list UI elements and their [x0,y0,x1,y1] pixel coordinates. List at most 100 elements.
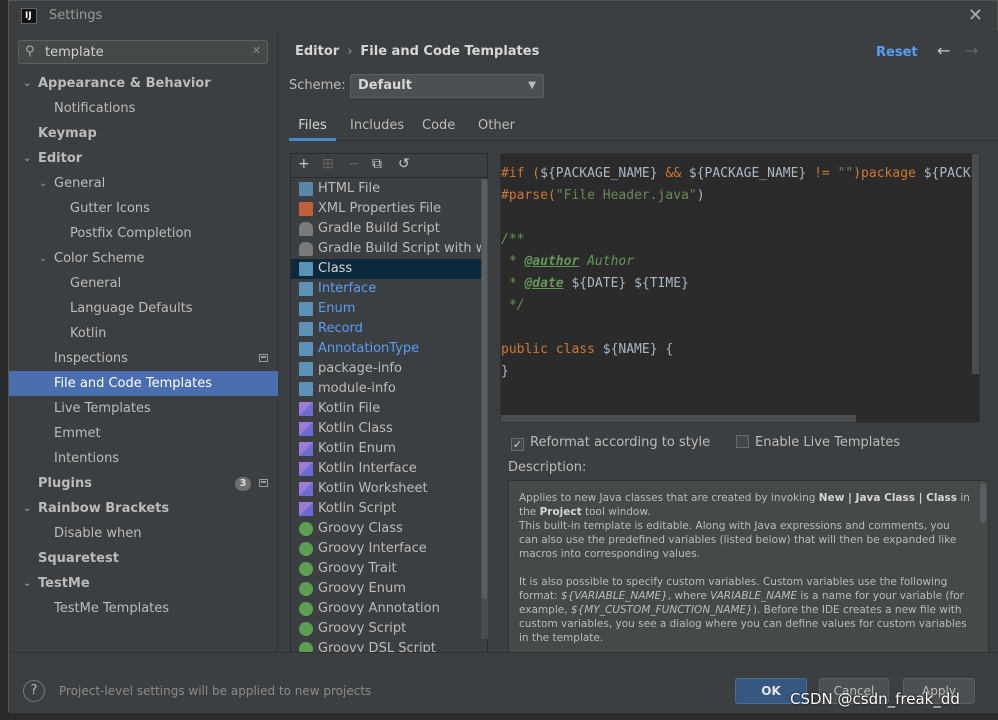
sidebar-item[interactable]: Live Templates [9,396,278,421]
chevron-down-icon[interactable]: ⌄ [23,571,31,596]
gradle-file-icon [299,242,313,256]
sidebar-item-label: Kotlin [70,326,107,341]
template-list-item[interactable]: Groovy Interface [291,539,481,559]
chevron-down-icon[interactable]: ⌄ [39,246,47,271]
sidebar-item[interactable]: Gutter Icons [9,196,278,221]
template-list-item[interactable]: Interface [291,279,481,299]
settings-sidebar: ⚲ ✕ ⌄ Appearance & Behavior Notifications K… [9,31,278,652]
sidebar-item[interactable]: Kotlin [9,321,278,346]
template-list-item[interactable]: HTML File [291,179,481,199]
file-templates-panel: Editor › File and Code Templates Reset ← →… [279,31,998,655]
template-name: Kotlin Class [318,421,393,436]
settings-search[interactable]: ⚲ ✕ [18,40,268,64]
code-token: ) [696,188,705,203]
template-list-item[interactable]: Class [291,259,481,279]
description-scrollbar[interactable] [980,483,986,523]
sidebar-item[interactable]: Notifications [9,96,278,121]
template-name: Groovy Class [318,521,403,536]
editor-horizontal-scrollbar[interactable] [501,415,856,422]
search-input[interactable] [45,43,235,61]
sidebar-item[interactable]: Disable when [9,521,278,546]
code-token: ${NAME} { [602,342,674,357]
template-list-item[interactable]: Record [291,319,481,339]
breadcrumb-parent[interactable]: Editor [295,44,339,59]
add-template-icon[interactable]: + [298,156,310,172]
close-icon[interactable]: ✕ [968,5,983,26]
watermark: CSDN @csdn_freak_dd [790,690,960,708]
scheme-dropdown[interactable]: Default ▼ [350,74,544,98]
sidebar-item-label: Notifications [54,101,136,116]
revert-icon[interactable]: ↺ [398,156,410,172]
sidebar-item-label: Intentions [54,451,120,466]
template-list-item[interactable]: AnnotationType [291,339,481,359]
template-list-item[interactable]: Groovy Enum [291,579,481,599]
back-arrow-icon[interactable]: ← [937,41,950,60]
tab-files[interactable]: Files [289,113,336,141]
template-list-item[interactable]: module-info [291,379,481,399]
template-name: Kotlin Script [318,501,397,516]
template-list-item[interactable]: Kotlin Class [291,419,481,439]
tab-other[interactable]: Other [478,113,515,141]
template-code-editor[interactable]: } public class ${NAME} { */ * @date ${DAT… [500,153,980,423]
template-list-item[interactable]: Kotlin Enum [291,439,481,459]
reformat-checkbox[interactable]: ✓ Reformat according to style [511,435,710,451]
tab-includes[interactable]: Includes [350,113,404,141]
sidebar-item[interactable]: Emmet [9,421,278,446]
chevron-down-icon[interactable]: ⌄ [23,146,31,171]
groovy-file-icon [299,622,313,636]
forward-arrow-icon[interactable]: → [965,41,978,60]
tab-code[interactable]: Code [422,113,455,141]
sidebar-item[interactable]: Intentions [9,446,278,471]
remove-icon[interactable]: − [348,156,360,172]
template-name: package-info [318,361,402,376]
template-name: Kotlin File [318,401,381,416]
sidebar-item[interactable]: Plugins 3 [9,471,278,496]
chevron-down-icon[interactable]: ⌄ [23,496,31,521]
template-list-item[interactable]: Kotlin Interface [291,459,481,479]
help-icon[interactable]: ? [23,680,45,702]
groovy-file-icon [299,542,313,556]
chevron-down-icon[interactable]: ⌄ [39,171,47,196]
editor-vertical-scrollbar[interactable] [972,154,979,374]
template-list-item[interactable]: Kotlin Script [291,499,481,519]
template-list-item[interactable]: Gradle Build Script [291,219,481,239]
sidebar-item[interactable]: ⌄ Color Scheme [9,246,278,271]
code-token: * [501,276,525,291]
enable-live-templates-checkbox[interactable]: Enable Live Templates [736,435,900,451]
sidebar-item[interactable]: ⌄ Appearance & Behavior [9,71,278,96]
copy-icon[interactable]: ⧉ [372,156,382,172]
sidebar-item[interactable]: ⌄ Rainbow Brackets [9,496,278,521]
chevron-down-icon[interactable]: ⌄ [23,71,31,96]
template-list-item[interactable]: Groovy Script [291,619,481,639]
template-list-item[interactable]: package-info [291,359,481,379]
reset-link[interactable]: Reset [876,45,918,60]
sidebar-item[interactable]: General [9,271,278,296]
sidebar-item[interactable]: ⌄ General [9,171,278,196]
clear-search-icon[interactable]: ✕ [252,44,261,57]
sidebar-item[interactable]: Squaretest [9,546,278,571]
template-list-item[interactable]: Enum [291,299,481,319]
sidebar-item[interactable]: Postfix Completion [9,221,278,246]
template-list-item[interactable]: Groovy Trait [291,559,481,579]
window-title: Settings [49,8,103,23]
sidebar-item[interactable]: Inspections [9,346,278,371]
sidebar-item[interactable]: Language Defaults [9,296,278,321]
template-list-item[interactable]: Kotlin Worksheet [291,479,481,499]
template-list-item[interactable]: Kotlin File [291,399,481,419]
template-list-item[interactable]: Groovy Annotation [291,599,481,619]
template-list-scrollbar[interactable] [481,179,488,639]
template-list-item[interactable]: Groovy Class [291,519,481,539]
template-name: Interface [318,281,377,296]
add-child-icon[interactable]: ⊞ [322,156,334,172]
sidebar-item[interactable]: File and Code Templates [9,371,278,396]
breadcrumb: Editor › File and Code Templates [295,44,539,59]
sidebar-item[interactable]: ⌄ Editor [9,146,278,171]
breadcrumb-current: File and Code Templates [360,44,540,59]
template-list-item[interactable]: XML Properties File [291,199,481,219]
sidebar-item-label: Editor [38,151,83,166]
settings-dialog: IJ Settings ✕ ⚲ ✕ ⌄ Appearance & Behavior… [8,0,998,713]
sidebar-item[interactable]: ⌄ TestMe [9,571,278,596]
sidebar-item[interactable]: Keymap [9,121,278,146]
sidebar-item[interactable]: TestMe Templates [9,596,278,621]
template-list-item[interactable]: Gradle Build Script with wrapp [291,239,481,259]
